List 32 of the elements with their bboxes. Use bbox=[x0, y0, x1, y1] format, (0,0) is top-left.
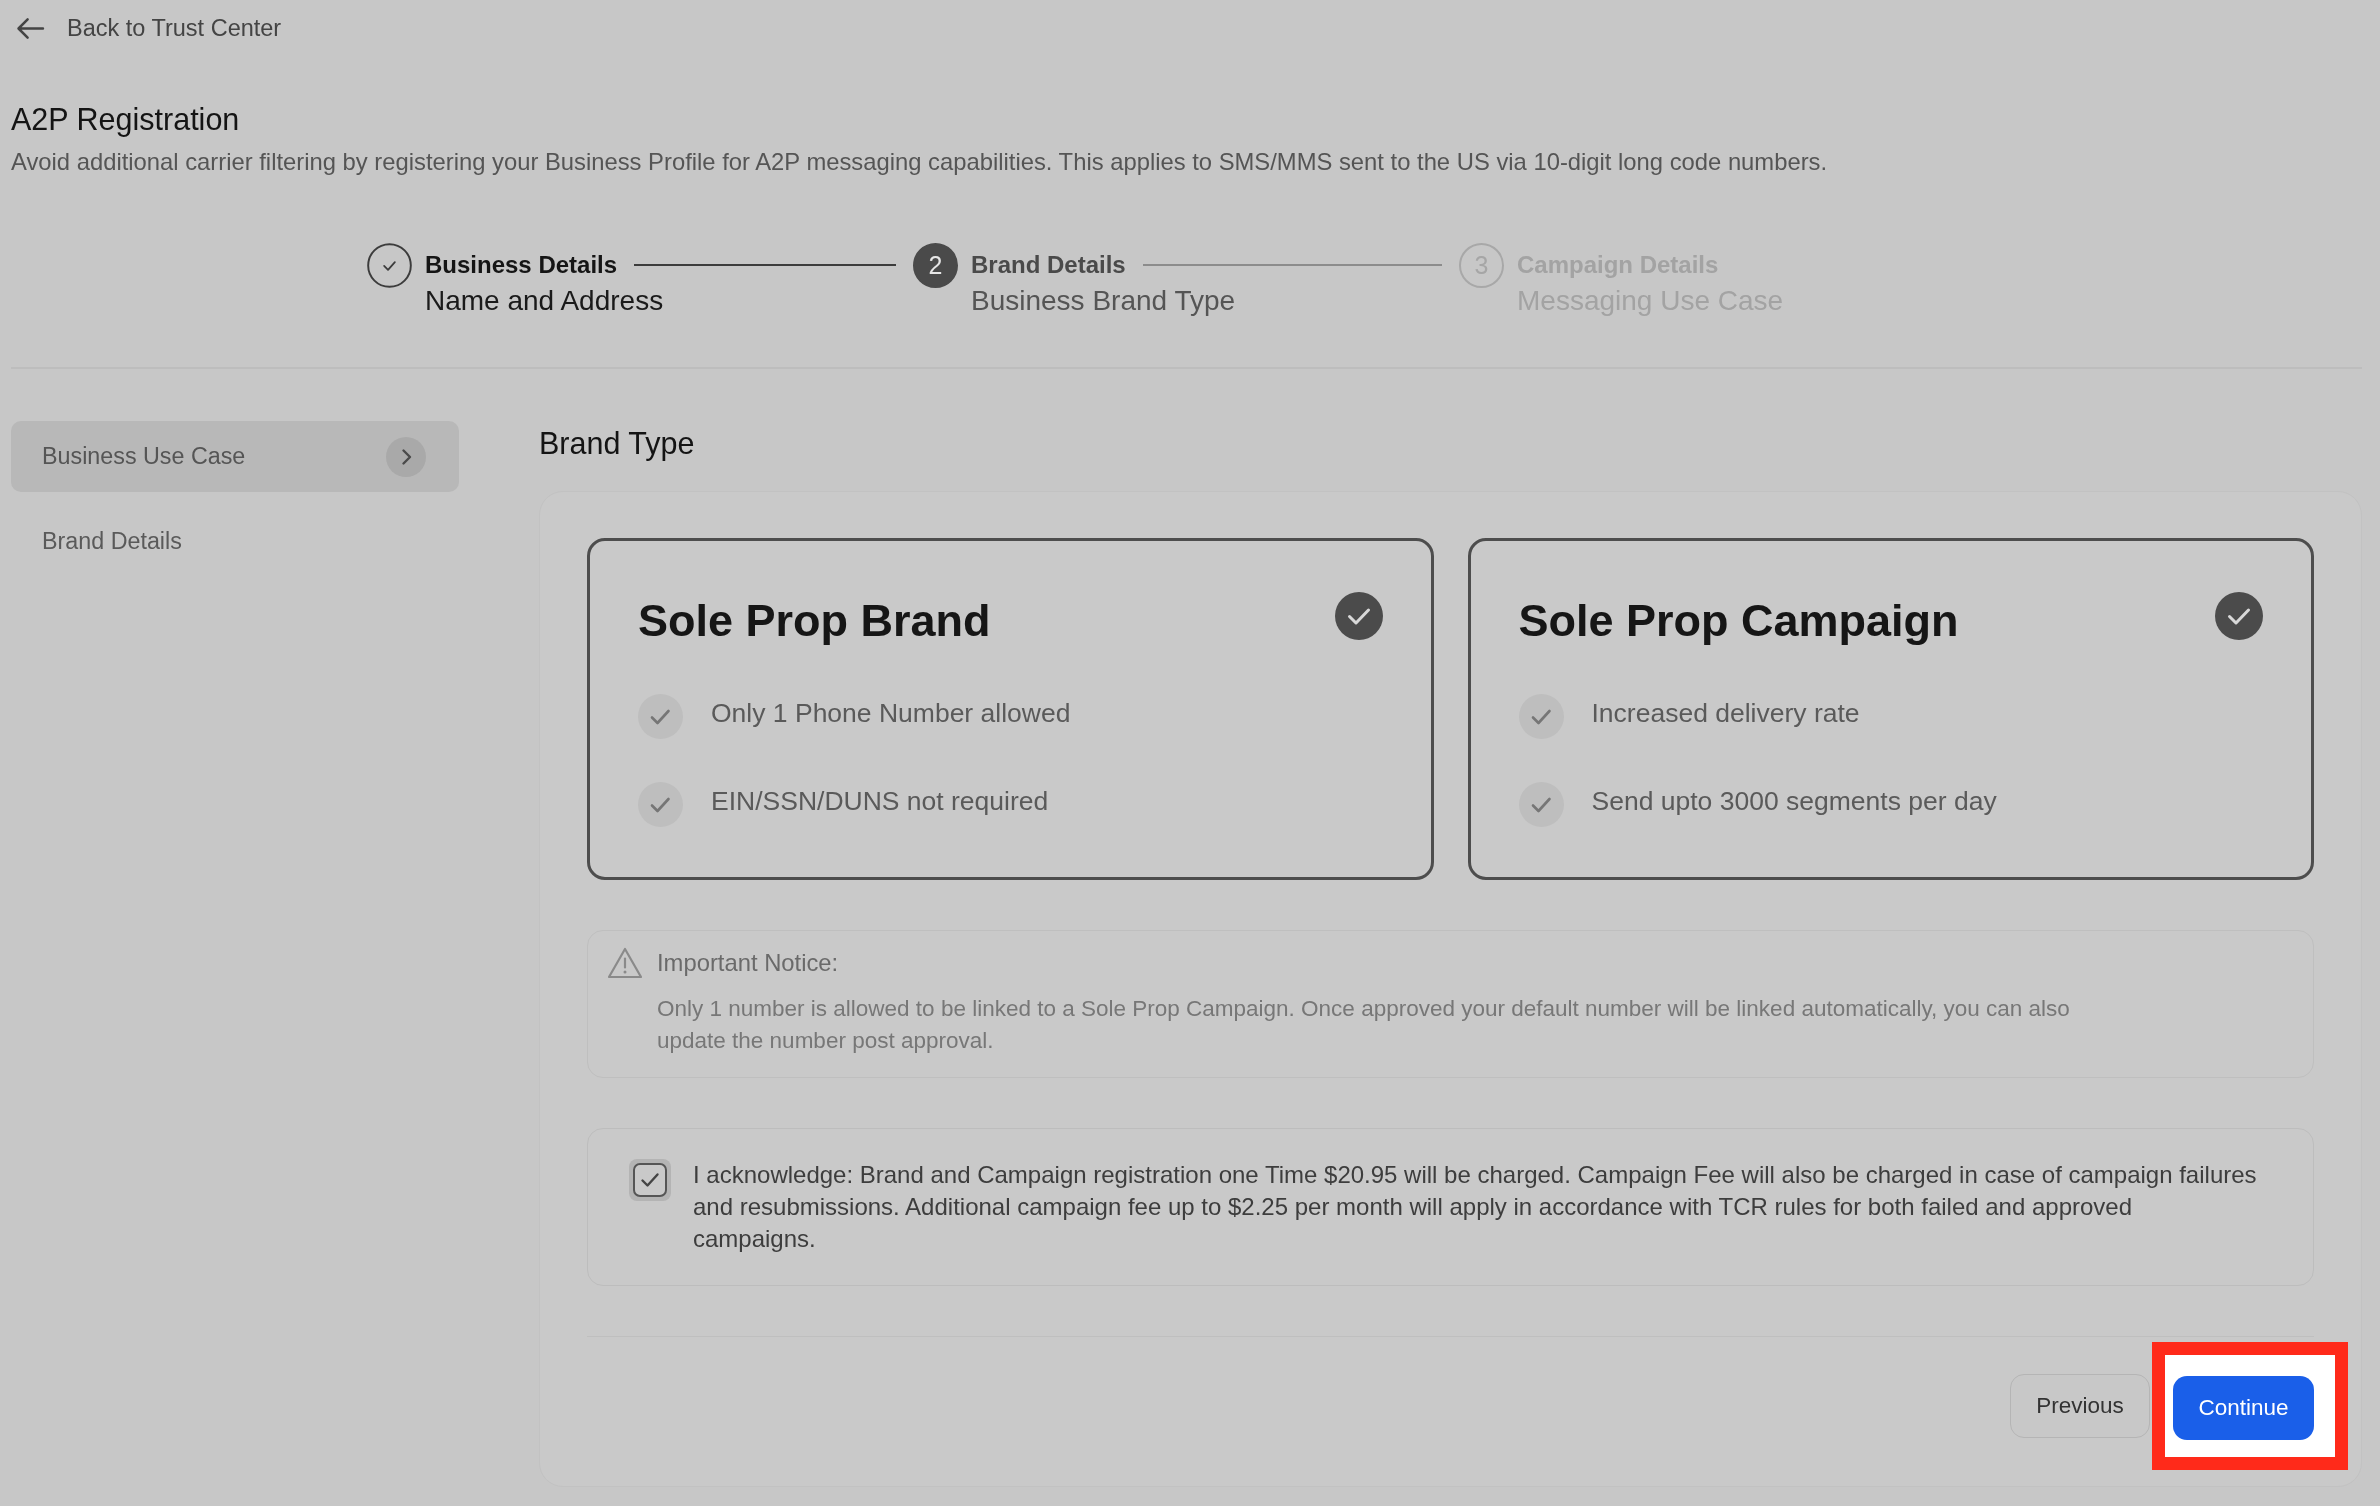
feature-text: EIN/SSN/DUNS not required bbox=[711, 786, 1049, 817]
card-title: Sole Prop Campaign bbox=[1518, 594, 1959, 648]
option-card[interactable]: Sole Prop Brand Only 1 Phone Number allowed EIN/SSN/DUNS not required bbox=[587, 538, 1434, 880]
checkbox[interactable] bbox=[629, 1159, 671, 1201]
warning-icon bbox=[607, 947, 643, 979]
card-title: Sole Prop Brand bbox=[638, 594, 991, 648]
sidebar-item[interactable]: Brand Details bbox=[11, 506, 459, 577]
step-subtitle: Business Brand Type bbox=[971, 284, 1237, 318]
feature-text: Only 1 Phone Number allowed bbox=[711, 698, 1071, 729]
section-title: Brand Type bbox=[539, 425, 696, 463]
feature-text: Increased delivery rate bbox=[1591, 698, 1860, 729]
chevron-right-icon bbox=[386, 436, 426, 477]
acknowledgement-text: I acknowledge: Brand and Campaign registration one Time $20.95 will be charged. Campaign Fee will also be charged in case of campaign failures and resubmissions. Additional campaign fee up to $2.25 per month will apply in accordance with TCR rules for both failed and approved campaigns. bbox=[693, 1160, 2258, 1254]
page-title: A2P Registration bbox=[11, 101, 241, 137]
notice-text: Only 1 number is allowed to be linked to a Sole Prop Campaign. Once approved your default number will be linked automatically, you can also update the number post approval. bbox=[657, 995, 2071, 1055]
option-card[interactable]: Sole Prop Campaign Increased delivery rate Send upto 3000 segments per day bbox=[1467, 538, 2314, 880]
page-description: Avoid additional carrier filtering by registering your Business Profile for A2P messaging capabilities. This applies to SMS/MMS sent to the US via 10-digit long code numbers. bbox=[11, 147, 1829, 177]
notice-title: Important Notice: bbox=[657, 949, 839, 977]
primary-button[interactable]: Continue bbox=[2173, 1376, 2314, 1440]
secondary-button[interactable]: Previous bbox=[2010, 1374, 2150, 1438]
step-title: Business Details bbox=[425, 251, 618, 279]
check-icon bbox=[638, 782, 683, 827]
sidebar-item[interactable]: Business Use Case bbox=[11, 421, 459, 492]
back-link[interactable]: Back to Trust Center bbox=[16, 10, 282, 46]
arrow-left-icon bbox=[16, 16, 45, 40]
step-number: 2 bbox=[913, 242, 958, 288]
step-subtitle: Name and Address bbox=[425, 284, 665, 318]
check-icon bbox=[638, 694, 683, 739]
check-icon bbox=[1518, 694, 1564, 739]
step-title: Brand Details bbox=[971, 251, 1126, 279]
feature-text: Send upto 3000 segments per day bbox=[1591, 786, 1997, 817]
check-icon bbox=[1518, 782, 1564, 827]
